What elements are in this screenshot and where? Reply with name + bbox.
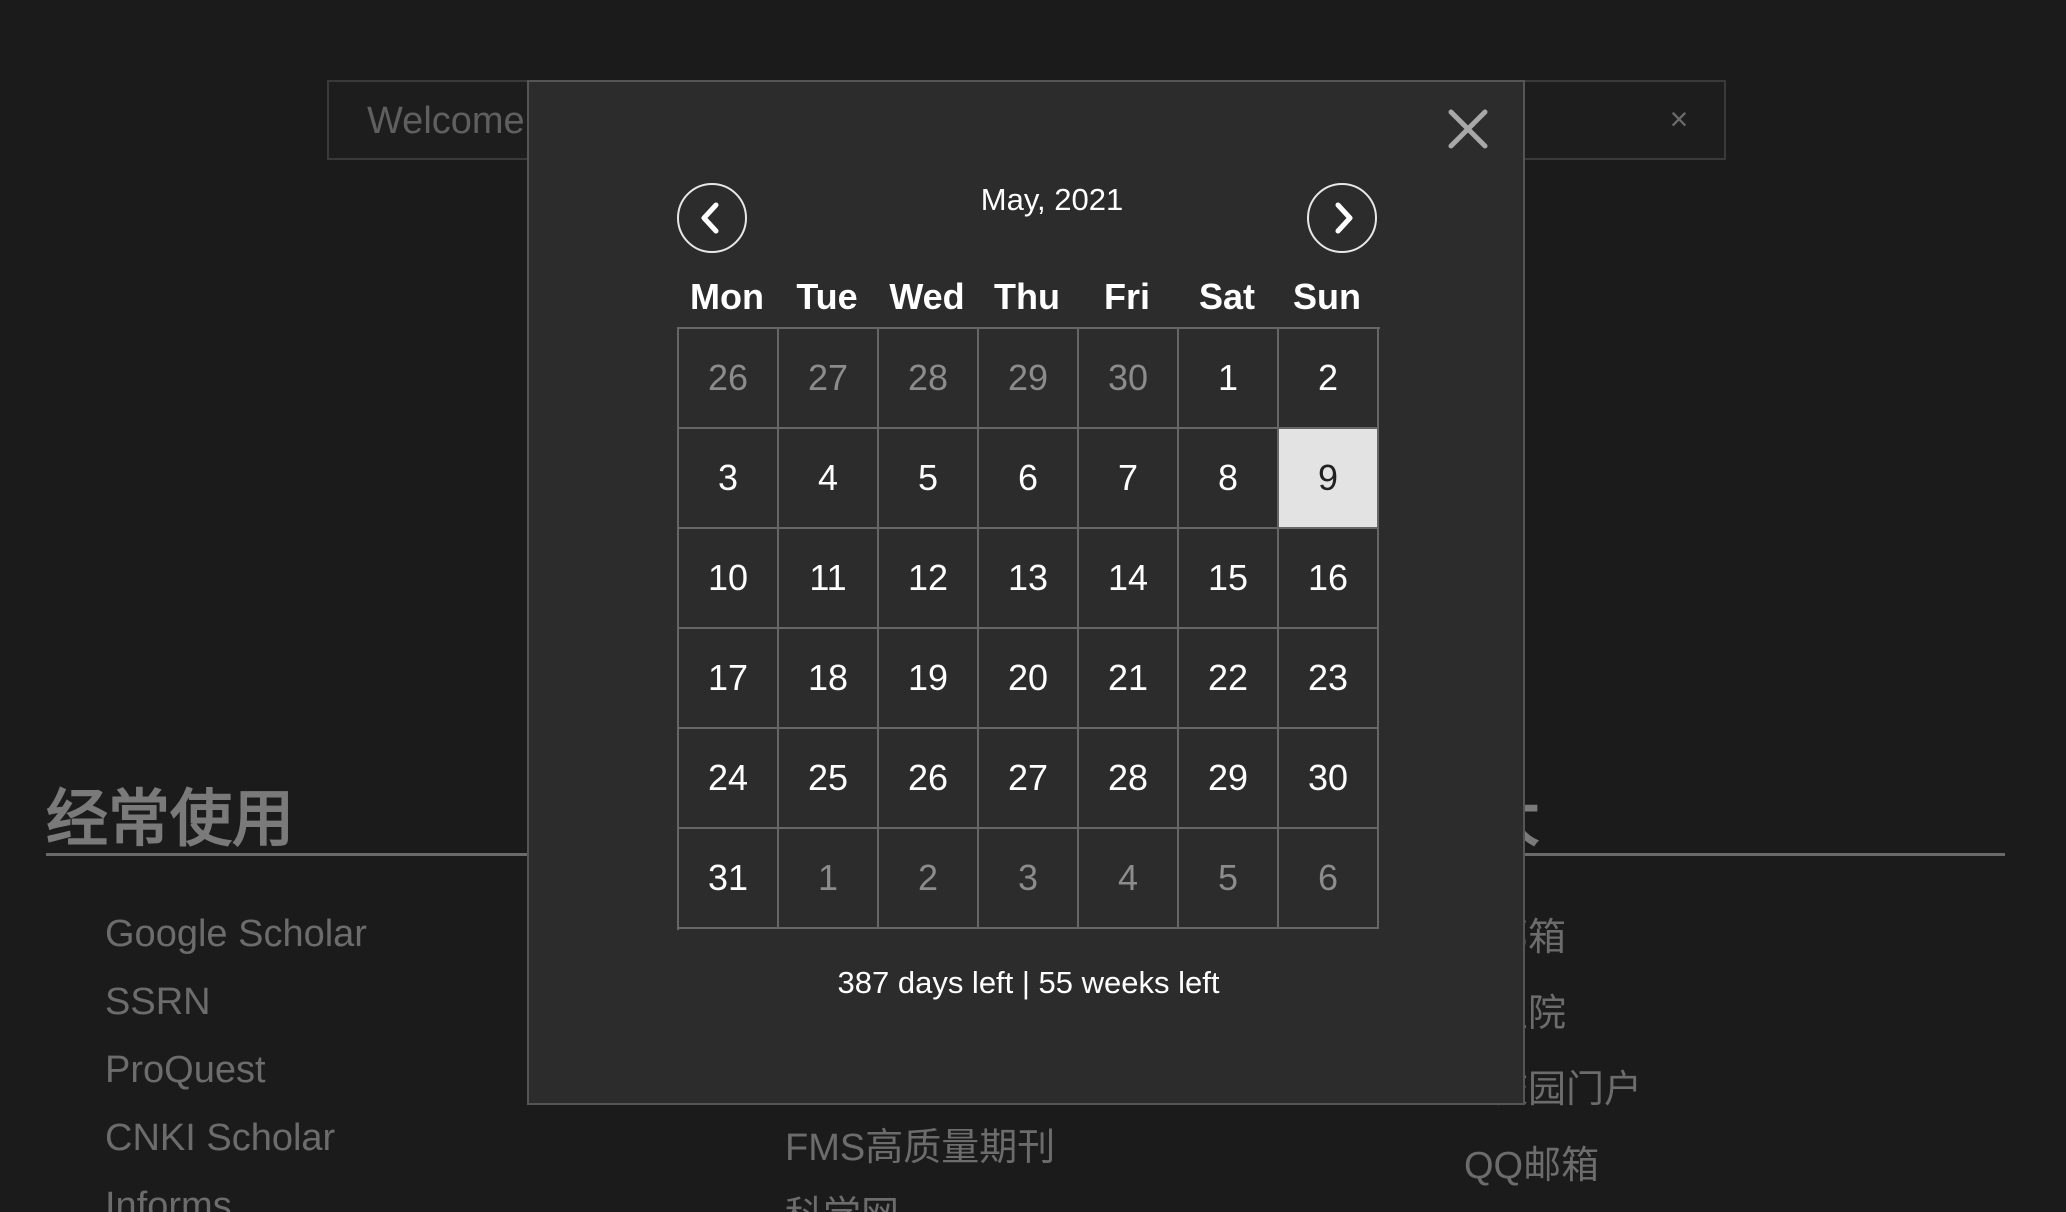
- day-cell-outside-month[interactable]: 27: [779, 329, 879, 429]
- weekday-tue: Tue: [796, 276, 858, 317]
- day-cell[interactable]: 21: [1079, 629, 1179, 729]
- section-divider: [46, 853, 536, 856]
- day-cell[interactable]: 13: [979, 529, 1079, 629]
- day-cell[interactable]: 11: [779, 529, 879, 629]
- weekday-sun: Sun: [1293, 276, 1361, 317]
- link-sciencenet[interactable]: 科学网: [785, 1182, 1055, 1212]
- page: Welcome × 经常使用 Google Scholar SSRN ProQu…: [0, 0, 2066, 1212]
- weekday-fri: Fri: [1103, 276, 1150, 317]
- day-cell[interactable]: 22: [1179, 629, 1279, 729]
- day-cell[interactable]: 6: [979, 429, 1079, 529]
- chevron-left-icon: [701, 202, 719, 234]
- day-cell-today[interactable]: 9: [1279, 429, 1379, 529]
- day-cell[interactable]: 26: [879, 729, 979, 829]
- middle-links-list: FMS高质量期刊 科学网: [785, 1114, 1055, 1212]
- weekday-header: Mon Tue Wed Thu Fri Sat Sun: [677, 272, 1377, 322]
- frequent-links-list: Google Scholar SSRN ProQuest CNKI Schola…: [105, 900, 367, 1212]
- day-cell[interactable]: 4: [779, 429, 879, 529]
- day-cell-outside-month[interactable]: 2: [879, 829, 979, 929]
- link-fms-journals[interactable]: FMS高质量期刊: [785, 1114, 1055, 1182]
- next-month-button[interactable]: [1307, 183, 1377, 253]
- day-cell-outside-month[interactable]: 4: [1079, 829, 1179, 929]
- day-cell[interactable]: 19: [879, 629, 979, 729]
- link-cnki-scholar[interactable]: CNKI Scholar: [105, 1104, 367, 1172]
- day-cell[interactable]: 14: [1079, 529, 1179, 629]
- day-cell[interactable]: 15: [1179, 529, 1279, 629]
- day-cell[interactable]: 20: [979, 629, 1079, 729]
- day-cell-outside-month[interactable]: 5: [1179, 829, 1279, 929]
- day-cell-outside-month[interactable]: 29: [979, 329, 1079, 429]
- clear-icon[interactable]: ×: [1662, 102, 1696, 136]
- weekday-wed: Wed: [889, 276, 965, 317]
- day-cell[interactable]: 7: [1079, 429, 1179, 529]
- day-cell[interactable]: 8: [1179, 429, 1279, 529]
- month-title: May, 2021: [980, 182, 1124, 217]
- chevron-right-icon: [1335, 202, 1353, 234]
- link-proquest[interactable]: ProQuest: [105, 1036, 367, 1104]
- section-divider: [1525, 853, 2005, 856]
- day-cell-outside-month[interactable]: 3: [979, 829, 1079, 929]
- section-title-frequent: 经常使用: [46, 785, 295, 854]
- day-cell[interactable]: 5: [879, 429, 979, 529]
- day-cell[interactable]: 31: [679, 829, 779, 929]
- day-grid: 26 27 28 29 30 1 2 3 4 5 6 7 8 9 10 11 12 13 14 15 16 17 18 19 2…: [677, 327, 1380, 930]
- day-cell[interactable]: 1: [1179, 329, 1279, 429]
- day-cell[interactable]: 17: [679, 629, 779, 729]
- link-qq-mail[interactable]: QQ邮箱: [1414, 1128, 1642, 1204]
- day-cell[interactable]: 2: [1279, 329, 1379, 429]
- weekday-sat: Sat: [1198, 276, 1256, 317]
- day-cell[interactable]: 10: [679, 529, 779, 629]
- day-cell-outside-month[interactable]: 30: [1079, 329, 1179, 429]
- weekday-mon: Mon: [690, 276, 764, 317]
- day-cell[interactable]: 16: [1279, 529, 1379, 629]
- day-cell-outside-month[interactable]: 1: [779, 829, 879, 929]
- link-google-scholar[interactable]: Google Scholar: [105, 900, 367, 968]
- close-icon[interactable]: [1443, 104, 1493, 154]
- day-cell[interactable]: 27: [979, 729, 1079, 829]
- day-cell[interactable]: 30: [1279, 729, 1379, 829]
- day-cell[interactable]: 28: [1079, 729, 1179, 829]
- countdown-text: 387 days left | 55 weeks left: [837, 965, 1220, 1000]
- day-cell-outside-month[interactable]: 28: [879, 329, 979, 429]
- prev-month-button[interactable]: [677, 183, 747, 253]
- link-ssrn[interactable]: SSRN: [105, 968, 367, 1036]
- calendar-modal: May, 2021 Mon Tue Wed Thu Fri Sat Sun 26…: [527, 80, 1525, 1105]
- day-cell[interactable]: 29: [1179, 729, 1279, 829]
- day-cell[interactable]: 24: [679, 729, 779, 829]
- link-informs[interactable]: Informs: [105, 1172, 367, 1212]
- weekday-thu: Thu: [994, 276, 1060, 317]
- day-cell-outside-month[interactable]: 26: [679, 329, 779, 429]
- day-cell[interactable]: 23: [1279, 629, 1379, 729]
- day-cell[interactable]: 18: [779, 629, 879, 729]
- day-cell-outside-month[interactable]: 6: [1279, 829, 1379, 929]
- day-cell[interactable]: 25: [779, 729, 879, 829]
- day-cell[interactable]: 3: [679, 429, 779, 529]
- day-cell[interactable]: 12: [879, 529, 979, 629]
